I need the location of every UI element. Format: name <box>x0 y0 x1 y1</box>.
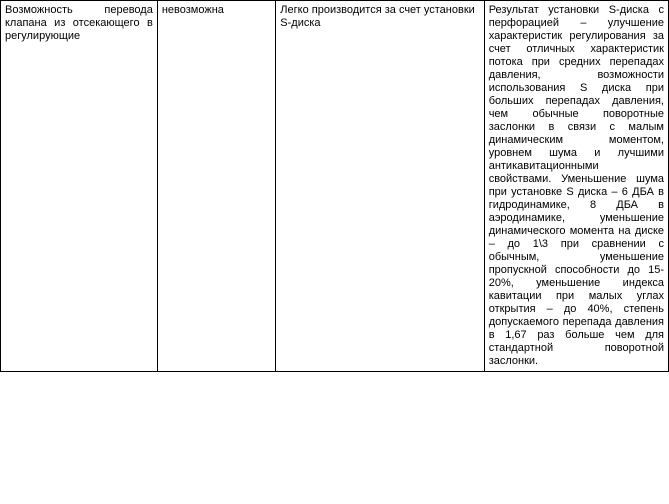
cell-parameter: Возможность перевода клапана из отсекающ… <box>1 1 158 372</box>
table-row: Возможность перевода клапана из отсекающ… <box>1 1 669 372</box>
comparison-table: Возможность перевода клапана из отсекающ… <box>0 0 669 372</box>
cell-value-1: невозможна <box>157 1 275 372</box>
cell-value-3: Результат установки S-диска с перфорацие… <box>484 1 668 372</box>
cell-value-2: Легко производится за счет установки S-д… <box>276 1 484 372</box>
